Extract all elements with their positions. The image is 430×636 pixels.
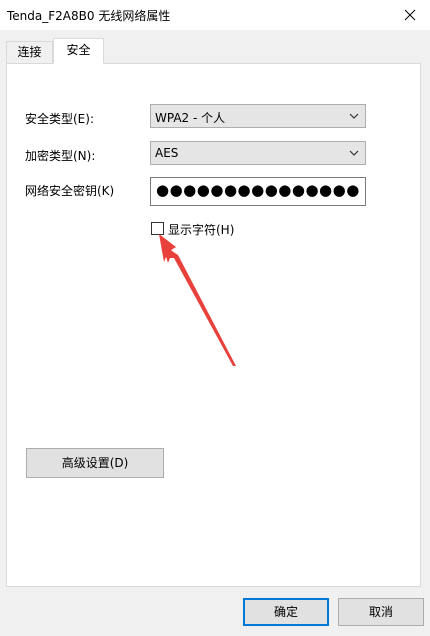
close-icon [404, 9, 416, 21]
chevron-down-icon [349, 150, 359, 156]
show-characters-checkbox[interactable] [151, 222, 164, 235]
tab-security[interactable]: 安全 [53, 38, 104, 64]
security-key-masked-value: ●●●●●●●●●●●●●●● [156, 181, 360, 199]
encryption-type-value: AES [155, 146, 179, 160]
cancel-button[interactable]: 取消 [338, 598, 424, 626]
encryption-type-label: 加密类型(N): [25, 149, 96, 163]
security-type-select[interactable]: WPA2 - 个人 [150, 104, 366, 128]
advanced-settings-button[interactable]: 高级设置(D) [26, 448, 164, 478]
ok-button[interactable]: 确定 [243, 598, 329, 626]
window-title: Tenda_F2A8B0 无线网络属性 [7, 9, 171, 23]
properties-window: Tenda_F2A8B0 无线网络属性 连接 安全 安全类型(E): WPA2 … [0, 0, 430, 636]
encryption-type-select[interactable]: AES [150, 141, 366, 165]
security-type-label: 安全类型(E): [25, 112, 94, 126]
close-button[interactable] [390, 0, 430, 30]
security-key-label: 网络安全密钥(K) [25, 184, 115, 198]
show-characters-label[interactable]: 显示字符(H) [168, 221, 234, 238]
tab-connection[interactable]: 连接 [6, 41, 53, 63]
security-type-value: WPA2 - 个人 [155, 111, 226, 125]
title-bar: Tenda_F2A8B0 无线网络属性 [0, 0, 430, 30]
security-key-input[interactable]: ●●●●●●●●●●●●●●● [150, 177, 366, 206]
chevron-down-icon [349, 113, 359, 119]
